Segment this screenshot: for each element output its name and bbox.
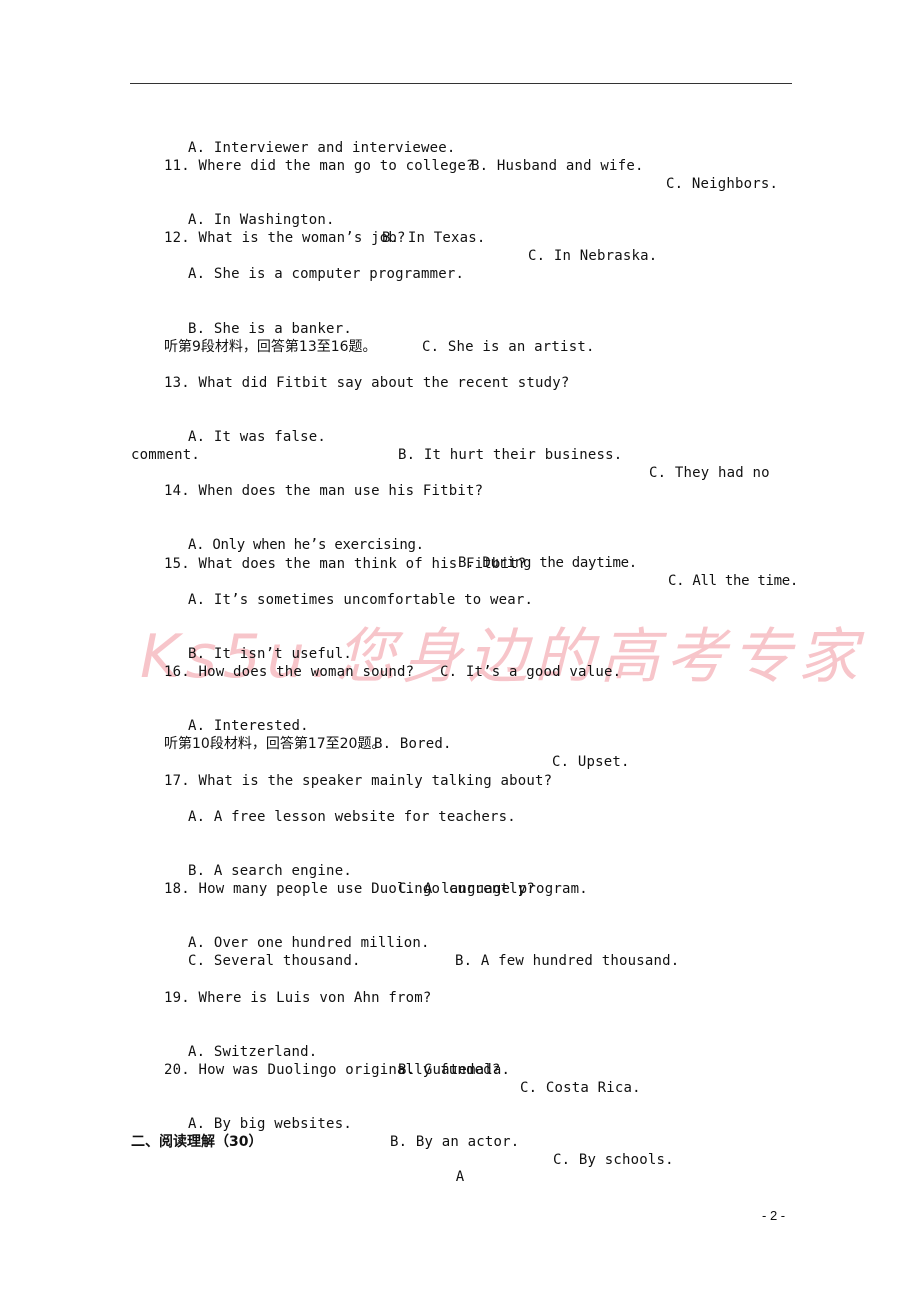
q17-option-b: B. A search engine. (188, 863, 352, 879)
q15-option-b: B. It isn’t useful. (188, 646, 352, 662)
q19-question: 19. Where is Luis von Ahn from? (164, 990, 432, 1006)
q16-question: 16. How does the woman sound? (164, 664, 415, 680)
q12-question: 12. What is the woman’s job? (164, 230, 406, 246)
q19-option-c: C. Costa Rica. (520, 1080, 641, 1096)
q18-option-c: C. Several thousand. (188, 953, 361, 969)
q12-option-c: C. She is an artist. (422, 339, 595, 355)
section-9-instruction: 听第9段材料，回答第13至16题。 (164, 339, 377, 355)
q17-option-a: A. A free lesson website for teachers. (188, 809, 516, 825)
q18-question: 18. How many people use Duolingo current… (164, 881, 536, 897)
q20-option-b: B. By an actor. (390, 1134, 520, 1150)
q11-option-c: C. In Nebraska. (528, 248, 658, 264)
section-10-instruction: 听第10段材料，回答第17至20题。 (164, 736, 386, 752)
q10-option-b: B. Husband and wife. (471, 158, 644, 174)
q10-option-c: C. Neighbors. (666, 176, 779, 192)
q13-option-b: B. It hurt their business. (398, 447, 623, 463)
q20-question: 20. How was Duolingo originally funded? (164, 1062, 501, 1078)
passage-label: A (455, 1169, 465, 1185)
q14-question: 14. When does the man use his Fitbit? (164, 483, 484, 499)
q15-option-c: C. It’s a good value. (440, 664, 622, 680)
q15-question: 15. What does the man think of his Fitbi… (164, 556, 527, 572)
q15-option-a: A. It’s sometimes uncomfortable to wear. (188, 592, 534, 608)
q16-option-a: A. Interested. (188, 718, 309, 734)
page-number: - 2 - (762, 1208, 786, 1223)
q14-option-c: C. All the time. (668, 573, 799, 589)
part-2-heading: 二、阅读理解（30） (131, 1134, 263, 1150)
q17-question: 17. What is the speaker mainly talking a… (164, 773, 553, 789)
q18-option-a: A. Over one hundred million. (188, 935, 430, 951)
q19-option-a: A. Switzerland. (188, 1044, 318, 1060)
q13-option-c: C. They had no (649, 465, 770, 481)
q12-option-a: A. She is a computer programmer. (188, 266, 465, 282)
q13-option-a: A. It was false. (188, 429, 327, 445)
q13-option-c-wrap: comment. (131, 447, 201, 463)
q11-question: 11. Where did the man go to college? (164, 158, 475, 174)
q16-option-b: B. Bored. (374, 736, 452, 752)
q13-question: 13. What did Fitbit say about the recent… (164, 375, 570, 391)
q20-option-a: A. By big websites. (188, 1116, 352, 1132)
q18-option-b: B. A few hundred thousand. (455, 953, 680, 969)
q12-option-b: B. She is a banker. (188, 321, 352, 337)
q16-option-c: C. Upset. (552, 754, 630, 770)
q14-option-a: A. Only when he’s exercising. (188, 537, 424, 553)
q20-option-c: C. By schools. (553, 1152, 674, 1168)
header-rule (130, 83, 792, 84)
q10-option-a: A. Interviewer and interviewee. (188, 140, 456, 156)
q11-option-a: A. In Washington. (188, 212, 335, 228)
